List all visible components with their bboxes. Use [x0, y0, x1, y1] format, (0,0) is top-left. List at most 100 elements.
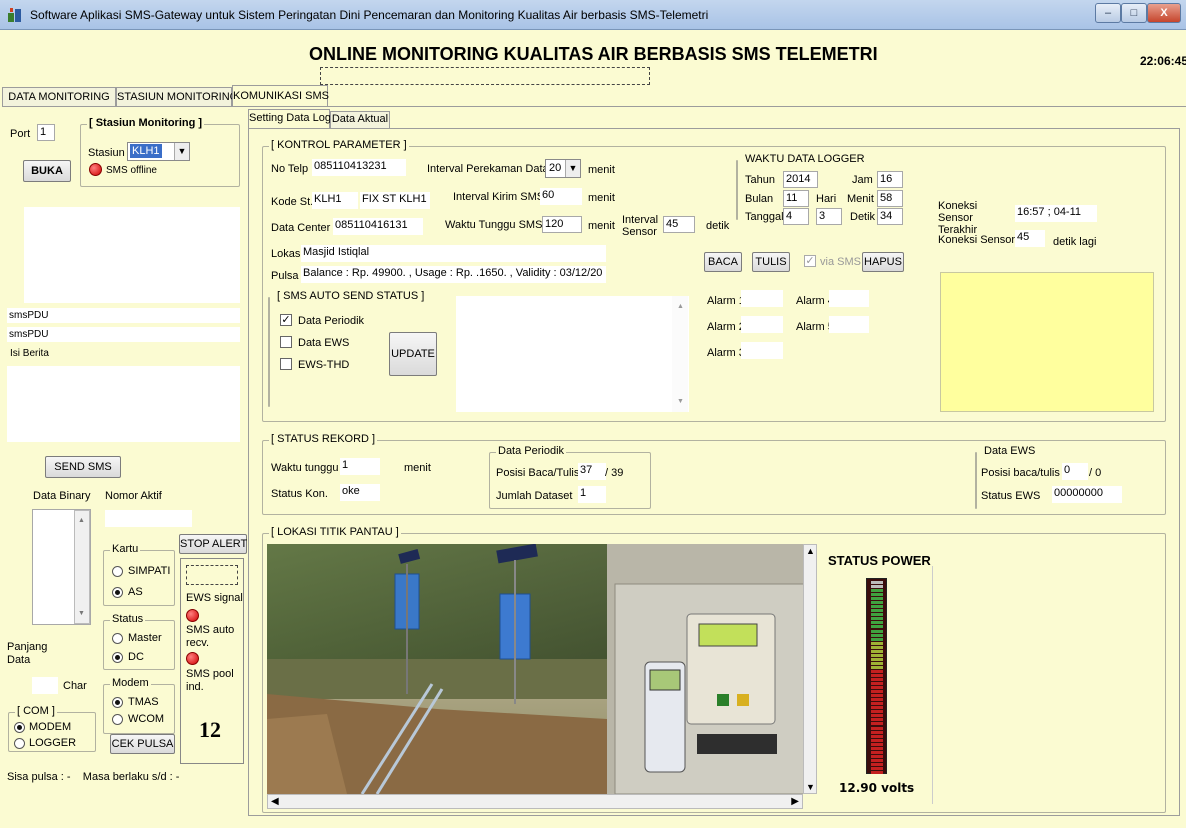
power-meter-segment	[871, 633, 883, 637]
kode-st-input[interactable]: KLH1	[312, 192, 358, 209]
bulan-input[interactable]: 11	[783, 190, 809, 207]
baca-button[interactable]: BACA	[704, 252, 742, 272]
smspdu-field-2[interactable]: smsPDU	[7, 327, 240, 342]
interval-sensor-input[interactable]: 45	[663, 216, 695, 233]
data-binary-scrollbar[interactable]: ▲ ▼	[74, 510, 90, 624]
send-sms-button[interactable]: SEND SMS	[45, 456, 121, 478]
stasiun-label: Stasiun	[88, 147, 125, 159]
panjang-data-input[interactable]	[32, 677, 58, 694]
scroll-down-icon[interactable]: ▼	[78, 606, 85, 621]
hari-input[interactable]: 3	[816, 208, 842, 225]
waktu-tunggu-input[interactable]: 120	[542, 216, 582, 233]
tab-setting-data-logger[interactable]: Setting Data Logger	[248, 109, 347, 128]
power-meter-segment	[871, 601, 883, 605]
scroll-down-icon[interactable]: ▼	[806, 782, 815, 792]
power-meter-segment	[871, 665, 883, 669]
hapus-button[interactable]: HAPUS	[862, 252, 904, 272]
scroll-up-icon[interactable]: ▲	[78, 513, 85, 528]
tab-data-aktual[interactable]: Data Aktual	[330, 111, 390, 128]
simpati-label: SIMPATI	[128, 565, 171, 577]
stasiun-select[interactable]: KLH1 ▼	[127, 142, 190, 161]
data-center-label: Data Center	[271, 222, 331, 234]
tab-komunikasi-sms[interactable]: KOMUNIKASI SMS	[232, 85, 329, 106]
isi-berita-input[interactable]	[7, 366, 240, 442]
master-radio[interactable]	[112, 633, 123, 644]
alarm-5-field	[829, 316, 869, 333]
lokasi-input[interactable]: Masjid Istiqlal	[301, 245, 606, 262]
photo-horizontal-scrollbar[interactable]: ◀ ▶	[267, 794, 803, 809]
sms-text-area[interactable]	[24, 207, 240, 303]
jam-input[interactable]: 16	[877, 171, 903, 188]
com-modem-radio[interactable]	[14, 722, 25, 733]
menit-label-3: menit	[588, 220, 615, 232]
sms-pool-led	[186, 652, 199, 665]
data-binary-list[interactable]: ▲ ▼	[32, 509, 91, 625]
panjang-data-label: Panjang Data	[7, 641, 48, 666]
pulsa-input[interactable]: Balance : Rp. 49900. , Usage : Rp. .1650…	[301, 266, 606, 283]
alarm-4-field	[829, 290, 869, 307]
window-titlebar: Software Aplikasi SMS-Gateway untuk Sist…	[0, 0, 1186, 30]
detik-logger-input[interactable]: 34	[877, 208, 903, 225]
buka-button[interactable]: BUKA	[23, 160, 71, 182]
minimize-button[interactable]: –	[1095, 3, 1121, 23]
tab-divider	[2, 106, 1186, 107]
power-meter-segment	[871, 702, 883, 706]
smspdu-field-1[interactable]: smsPDU	[7, 308, 240, 323]
interval-rekam-select[interactable]: 20 ▼	[545, 159, 581, 178]
scroll-up-icon[interactable]: ▲	[677, 299, 684, 314]
simpati-radio[interactable]	[112, 566, 123, 577]
chevron-down-icon[interactable]: ▼	[174, 143, 189, 160]
com-logger-radio[interactable]	[14, 738, 25, 749]
maximize-button[interactable]: □	[1121, 3, 1147, 23]
scroll-right-icon[interactable]: ▶	[791, 796, 799, 807]
power-meter-segment	[871, 722, 883, 726]
port-input[interactable]: 1	[37, 124, 55, 141]
dc-radio[interactable]	[112, 652, 123, 663]
power-meter-segment	[871, 661, 883, 665]
menit-label-2: menit	[588, 192, 615, 204]
cek-pulsa-button[interactable]: CEK PULSA	[110, 734, 175, 754]
nomor-aktif-input[interactable]	[105, 510, 192, 527]
fix-st-input[interactable]: FIX ST KLH1	[360, 192, 430, 209]
no-telp-input[interactable]: 085110413231	[312, 159, 406, 176]
data-center-input[interactable]: 085110416131	[333, 218, 423, 235]
tab-data-monitoring[interactable]: DATA MONITORING	[2, 87, 116, 106]
interval-kirim-label: Interval Kirim SMS	[453, 191, 545, 203]
posisi-baca-tulis-label: Posisi Baca/Tulis	[496, 467, 580, 479]
ews-thd-checkbox[interactable]	[280, 358, 292, 370]
sms-log-area[interactable]: ▲ ▼	[456, 296, 689, 412]
via-sms-checkbox[interactable]: ✓	[804, 255, 816, 267]
tab-stasiun-monitoring[interactable]: STASIUN MONITORING	[116, 87, 238, 106]
as-radio[interactable]	[112, 587, 123, 598]
data-ews-checkbox[interactable]	[280, 336, 292, 348]
update-button[interactable]: UPDATE	[389, 332, 437, 376]
tulis-button[interactable]: TULIS	[752, 252, 790, 272]
location-photo	[267, 544, 817, 794]
tmas-radio[interactable]	[112, 697, 123, 708]
interval-kirim-input[interactable]: 60	[540, 188, 582, 205]
scroll-down-icon[interactable]: ▼	[677, 394, 684, 409]
chevron-down-icon[interactable]: ▼	[565, 160, 580, 177]
data-periodik-checkbox[interactable]: ✓	[280, 314, 292, 326]
bulan-label: Bulan	[745, 193, 774, 205]
sms-counter: 12	[199, 717, 221, 742]
menit-logger-input[interactable]: 58	[877, 190, 903, 207]
power-meter-segment	[871, 593, 883, 597]
power-meter-segment	[871, 597, 883, 601]
tanggal-input[interactable]: 4	[783, 208, 809, 225]
wcom-radio[interactable]	[112, 714, 123, 725]
ews-posisi-baca-value: 0	[1062, 463, 1088, 480]
stop-alert-button[interactable]: STOP ALERT	[179, 534, 247, 554]
power-meter-segment	[871, 694, 883, 698]
rekord-menit-label: menit	[404, 462, 431, 474]
close-button[interactable]: X	[1147, 3, 1181, 23]
power-meter-segment	[871, 625, 883, 629]
tahun-input[interactable]: 2014	[783, 171, 818, 188]
data-ews-title: Data EWS	[982, 445, 1038, 457]
power-meter-segment	[871, 682, 883, 686]
photo-vertical-scrollbar[interactable]: ▲ ▼	[803, 544, 817, 794]
pulsa-label: Pulsa	[271, 270, 299, 282]
scroll-left-icon[interactable]: ◀	[271, 796, 279, 807]
sms-log-scrollbar[interactable]: ▲ ▼	[672, 296, 688, 412]
scroll-up-icon[interactable]: ▲	[806, 546, 815, 556]
